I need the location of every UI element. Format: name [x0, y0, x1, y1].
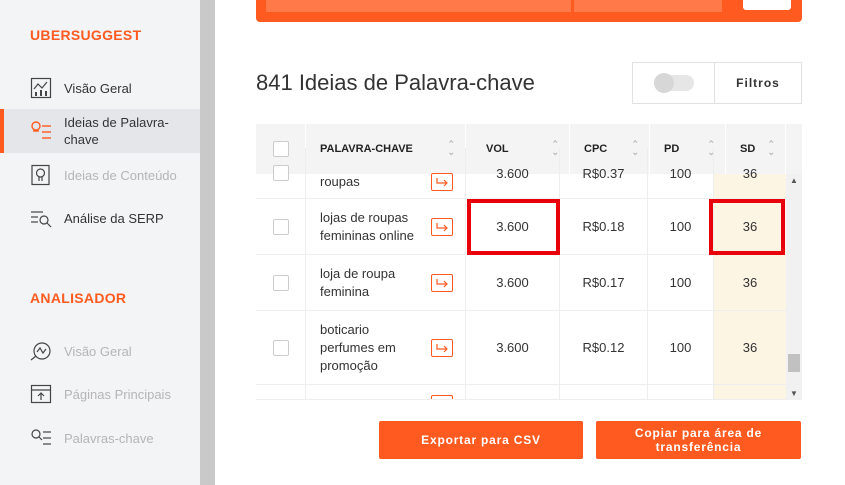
sidebar: UBERSUGGEST Visão Geral Ideias de Palavr… [0, 0, 200, 485]
scroll-thumb[interactable] [788, 354, 800, 372]
sidebar-item-palavras-chave[interactable]: Palavras-chave [0, 425, 200, 451]
keyword-cell: boticario perfumes em promoção [306, 311, 466, 384]
pages-icon [30, 383, 52, 405]
filter-toggle[interactable] [633, 63, 715, 103]
keyword-table: PALAVRA-CHAVE ⌃ ⌄ VOL ⌃ ⌄ CPC ⌃ ⌄ PD ⌃ ⌄ SD ⌃ ⌄ ro… [256, 124, 802, 400]
cpc-cell: R$0.18 [560, 199, 648, 254]
row-checkbox-cell [256, 311, 306, 384]
section-title-analisador: ANALISADOR [30, 290, 127, 306]
scroll-up-icon[interactable]: ▲ [790, 176, 798, 185]
vol-cell: 3.600 [466, 311, 560, 384]
keyword-list-icon [30, 120, 52, 142]
sidebar-item-analise-serp[interactable]: Análise da SERP [0, 205, 200, 231]
table-row[interactable]: boticario perfumes em promoção 3.600 R$0… [256, 310, 786, 384]
chart-icon [30, 77, 52, 99]
scroll-down-icon[interactable]: ▼ [790, 389, 798, 398]
row-checkbox[interactable] [272, 165, 289, 181]
table-scrollbar[interactable]: ▲ ▼ [786, 174, 802, 400]
sd-cell: 36 [742, 340, 758, 355]
keyword-search-icon [30, 427, 52, 449]
filters-control: Filtros [632, 62, 802, 104]
pd-cell: 100 [648, 311, 714, 384]
vol-cell [466, 385, 560, 399]
section-title-ubersuggest: UBERSUGGEST [30, 27, 142, 43]
search-button[interactable] [743, 0, 791, 10]
table-row[interactable]: roupas 3.600 R$0.37 100 36 [256, 148, 786, 198]
table-row[interactable]: loja de roupa feminina 3.600 R$0.17 100 … [256, 254, 786, 310]
sidebar-item-paginas-principais[interactable]: Páginas Principais [0, 381, 200, 407]
cpc-cell [560, 385, 648, 399]
filters-button[interactable]: Filtros [715, 63, 801, 103]
gauge-icon [30, 340, 52, 362]
vol-cell: 3.600 [466, 148, 560, 198]
sidebar-item-label: Ideias de Conteúdo [64, 167, 177, 183]
content-icon [30, 164, 52, 186]
sidebar-item-label: Ideias de Palavra-chave [64, 115, 169, 147]
sidebar-item-ideias-palavra-chave[interactable]: Ideias de Palavra-chave [0, 109, 200, 153]
keyword-text: boticario perfumes em promoção [320, 321, 396, 373]
sidebar-item-label: Visão Geral [64, 343, 132, 359]
keyword-input[interactable] [266, 0, 571, 12]
row-checkbox[interactable] [272, 339, 289, 356]
open-keyword-icon[interactable] [431, 395, 453, 399]
sidebar-item-analisador-visao-geral[interactable]: Visão Geral [0, 338, 200, 364]
sidebar-scrollbar[interactable] [200, 0, 215, 485]
pd-cell: 100 [648, 199, 714, 254]
location-select[interactable] [574, 0, 722, 12]
keyword-cell: roupas [306, 148, 466, 198]
keyword-text: loja de roupa feminina [320, 265, 396, 299]
export-csv-button[interactable]: Exportar para CSV [379, 421, 583, 459]
open-keyword-icon[interactable] [431, 217, 453, 236]
copy-clipboard-button[interactable]: Copiar para área de transferência [596, 421, 801, 459]
keyword-cell: lojas de roupas femininas online [306, 199, 466, 254]
vol-cell: 3.600 [466, 255, 560, 310]
sidebar-item-label: Visão Geral [64, 80, 132, 96]
app-root: UBERSUGGEST Visão Geral Ideias de Palavr… [0, 0, 845, 485]
keyword-text: roupas [320, 174, 360, 189]
table-row[interactable] [256, 384, 786, 399]
serp-icon [30, 207, 52, 229]
keyword-text: lojas de roupas femininas online [320, 209, 414, 243]
search-bar [256, 0, 802, 22]
pd-cell: 100 [648, 148, 714, 198]
keyword-cell [306, 385, 466, 399]
open-keyword-icon[interactable] [431, 338, 453, 357]
sidebar-item-ideias-conteudo[interactable]: Ideias de Conteúdo [0, 162, 200, 188]
sidebar-item-label: Palavras-chave [64, 430, 154, 446]
open-keyword-icon[interactable] [431, 173, 453, 191]
keyword-cell: loja de roupa feminina [306, 255, 466, 310]
sidebar-item-label: Análise da SERP [64, 210, 164, 226]
row-checkbox-cell [256, 199, 306, 254]
cpc-cell: R$0.17 [560, 255, 648, 310]
page-title: 841 Ideias de Palavra-chave [256, 70, 535, 95]
cpc-cell: R$0.37 [560, 148, 648, 198]
sd-highlight-box [709, 199, 785, 255]
sidebar-item-label: Páginas Principais [64, 386, 171, 402]
pd-cell: 100 [648, 255, 714, 310]
row-checkbox-cell [256, 148, 306, 198]
row-checkbox[interactable] [272, 218, 289, 235]
pd-cell [648, 385, 714, 399]
sd-cell: 36 [742, 165, 758, 181]
open-keyword-icon[interactable] [431, 273, 453, 292]
row-checkbox-cell [256, 255, 306, 310]
toggle-switch[interactable] [653, 73, 694, 93]
sidebar-item-visao-geral[interactable]: Visão Geral [0, 75, 200, 101]
vol-highlight-box [467, 199, 560, 255]
cpc-cell: R$0.12 [560, 311, 648, 384]
row-checkbox[interactable] [272, 274, 289, 291]
toggle-knob [653, 73, 674, 93]
sd-cell [714, 385, 786, 399]
sd-cell: 36 [742, 275, 758, 290]
row-checkbox-cell [256, 385, 306, 399]
